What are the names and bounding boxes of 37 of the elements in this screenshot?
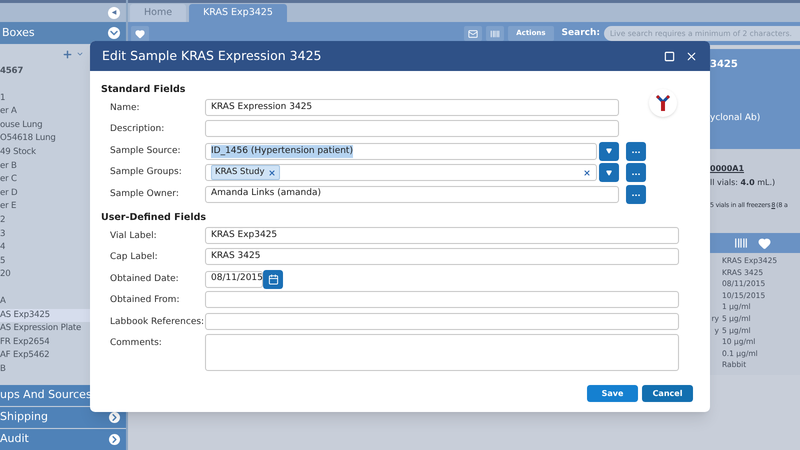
tab[interactable]: KRAS Exp3425 bbox=[189, 4, 287, 22]
tags-field[interactable]: KRAS Study bbox=[205, 164, 597, 182]
tag-chip: KRAS Study bbox=[211, 165, 280, 180]
text-field[interactable]: KRAS 3425 bbox=[205, 248, 679, 266]
text-field[interactable]: KRAS Expression 3425 bbox=[205, 99, 619, 116]
field-label: Description: bbox=[109, 123, 166, 136]
field-label: Vial Label: bbox=[109, 230, 158, 243]
browse-button[interactable]: ... bbox=[626, 163, 646, 182]
section-heading: Standard Fields bbox=[100, 83, 186, 97]
field-label: Sample Source: bbox=[109, 144, 182, 158]
field-label: Obtained From: bbox=[109, 294, 180, 308]
save-button[interactable]: Save bbox=[587, 385, 638, 402]
field-label: Obtained Date: bbox=[109, 272, 180, 286]
field-value: ID_1456 (Hypertension patient) bbox=[211, 144, 353, 158]
field-label: Comments: bbox=[109, 336, 163, 350]
accordion-header[interactable]: Audit bbox=[0, 428, 126, 450]
date-field[interactable]: 08/11/2015 bbox=[205, 270, 263, 288]
field-label: Sample Groups: bbox=[109, 166, 183, 180]
detail-subtitle: yclonal Ab) bbox=[710, 112, 762, 125]
field-label: Sample Owner: bbox=[109, 188, 180, 201]
field-label: Cap Label: bbox=[109, 251, 159, 264]
browse-button[interactable]: ... bbox=[626, 142, 646, 161]
search-label: Search: bbox=[562, 26, 600, 40]
text-field[interactable]: KRAS Exp3425 bbox=[205, 226, 679, 244]
section-heading: User-Defined Fields bbox=[100, 210, 208, 225]
detail-title: 3425 bbox=[710, 58, 739, 72]
accordion-header[interactable]: Shipping bbox=[0, 406, 126, 428]
sample-code[interactable]: 0000A1 bbox=[710, 163, 800, 175]
select-field[interactable]: ID_1456 (Hypertension patient) bbox=[205, 142, 597, 160]
vial-volume: ll vials: 4.0 mL.) bbox=[710, 177, 776, 189]
field-label: Name: bbox=[109, 102, 141, 115]
lookup-field[interactable]: Amanda Links (amanda) bbox=[205, 186, 619, 203]
sidebar-title: Boxes bbox=[1, 24, 35, 41]
tab[interactable]: Home bbox=[130, 4, 186, 22]
cancel-button[interactable]: Cancel bbox=[642, 385, 693, 402]
dialog-title: Edit Sample KRAS Expression 3425 bbox=[102, 46, 322, 65]
browse-button[interactable]: ... bbox=[626, 184, 646, 204]
